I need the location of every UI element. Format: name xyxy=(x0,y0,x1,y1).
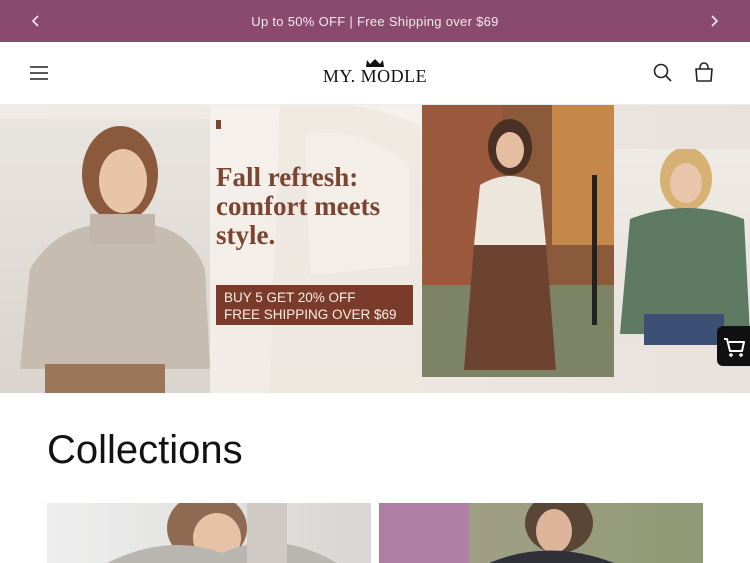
cart-button[interactable] xyxy=(691,60,717,86)
collection-card[interactable] xyxy=(379,503,703,563)
hero-banner[interactable]: Fall refresh: comfort meets style. BUY 5… xyxy=(0,105,750,393)
announcement-next-button[interactable] xyxy=(694,0,734,42)
search-button[interactable] xyxy=(650,60,676,86)
hero-image-model-1 xyxy=(0,119,210,393)
announcement-prev-button[interactable] xyxy=(16,0,56,42)
hero-image-model-2 xyxy=(422,105,614,377)
hero-image-model-3 xyxy=(614,149,750,345)
collections-title: Collections xyxy=(47,428,243,472)
cart-icon xyxy=(724,338,745,357)
announcement-bar: Up to 50% OFF | Free Shipping over $69 xyxy=(0,0,750,42)
bag-icon xyxy=(695,62,713,82)
chevron-right-icon xyxy=(711,15,719,27)
hero-headline: Fall refresh: comfort meets style. xyxy=(216,162,381,250)
promo-line-1: BUY 5 GET 20% OFF xyxy=(224,290,356,305)
collection-card[interactable] xyxy=(47,503,371,563)
floating-cart-button[interactable] xyxy=(717,326,750,366)
logo-text: MY. MODLE xyxy=(322,66,428,86)
site-logo[interactable]: MY. MODLE xyxy=(0,58,750,87)
hero-accent-mark xyxy=(216,120,221,129)
promo-line-2: FREE SHIPPING OVER $69 xyxy=(224,307,397,322)
promo-box[interactable]: BUY 5 GET 20% OFF FREE SHIPPING OVER $69 xyxy=(216,285,413,325)
site-header: MY. MODLE xyxy=(0,42,750,105)
chevron-left-icon xyxy=(31,15,39,27)
announcement-text: Up to 50% OFF | Free Shipping over $69 xyxy=(251,13,499,29)
search-icon xyxy=(653,63,672,82)
